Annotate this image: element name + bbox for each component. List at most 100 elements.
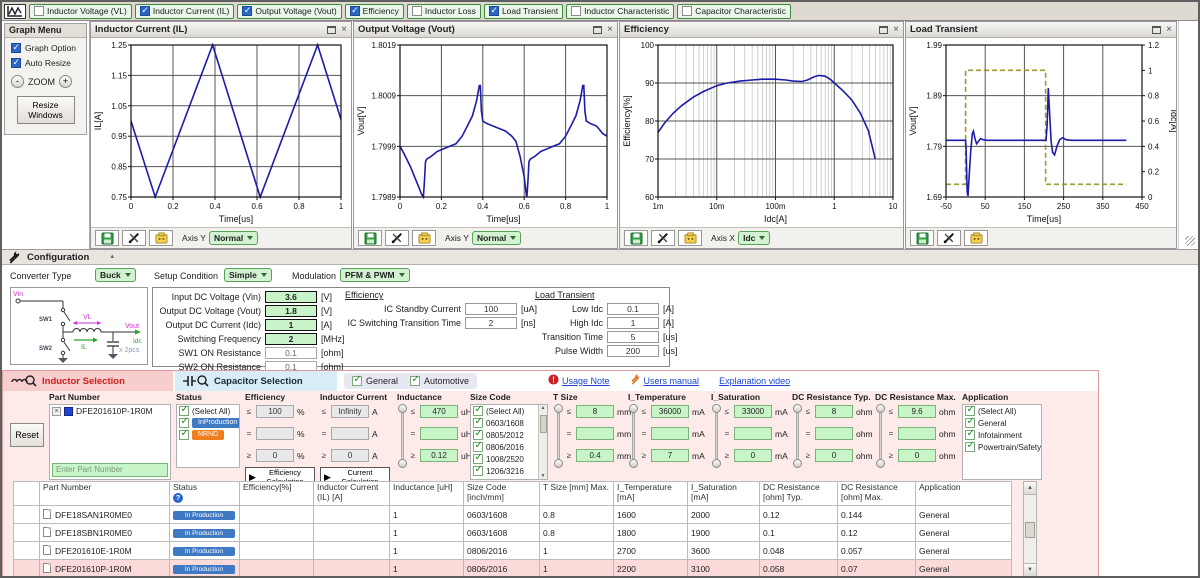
range-input-max[interactable]: 470 bbox=[420, 405, 458, 418]
save-chart-button[interactable] bbox=[358, 230, 382, 246]
range-input-min[interactable]: 0 bbox=[734, 449, 772, 462]
datasheet-icon[interactable] bbox=[43, 509, 51, 519]
slider-knob-min[interactable] bbox=[398, 459, 407, 468]
slider-knob-min[interactable] bbox=[629, 459, 638, 468]
toolbar-toggle-capacitor-characteristic[interactable]: Capacitor Characteristic bbox=[677, 4, 791, 19]
modulation-select[interactable]: PFM & PWM bbox=[340, 268, 410, 282]
filter-option-inproduction[interactable]: InProduction bbox=[177, 417, 239, 429]
slider-knob-max[interactable] bbox=[793, 404, 802, 413]
range-input-min[interactable]: 0 bbox=[898, 449, 936, 462]
checkbox-icon[interactable] bbox=[140, 6, 150, 16]
checkbox-icon[interactable] bbox=[11, 43, 21, 53]
scroll-up-icon[interactable]: ▲ bbox=[539, 405, 547, 411]
load-transient-input-high-idc[interactable]: 1 bbox=[607, 317, 659, 329]
column-header-dc-resistance-ohm-max[interactable]: DC Resistance [ohm] Max. bbox=[838, 482, 916, 506]
converter-type-select[interactable]: Buck bbox=[95, 268, 136, 282]
efficiency-input-ic-switching-transition-time[interactable]: 2 bbox=[465, 317, 517, 329]
range-input-min[interactable]: 0 bbox=[815, 449, 853, 462]
zoom-out-button[interactable]: - bbox=[11, 75, 24, 88]
close-icon[interactable]: × bbox=[607, 26, 613, 34]
checkbox-icon[interactable] bbox=[242, 6, 252, 16]
column-header-efficiency[interactable]: Efficiency[%] bbox=[240, 482, 314, 506]
checkbox-icon[interactable] bbox=[489, 6, 499, 16]
slider-knob-max[interactable] bbox=[629, 404, 638, 413]
maximize-icon[interactable] bbox=[1152, 26, 1161, 34]
range-slider[interactable] bbox=[792, 404, 803, 468]
checkbox-icon[interactable] bbox=[473, 430, 483, 440]
efficiency-input-ic-standby-current[interactable]: 100 bbox=[465, 303, 517, 315]
zoom-in-button[interactable]: + bbox=[59, 75, 72, 88]
range-input-max[interactable]: 8 bbox=[815, 405, 853, 418]
checkbox-icon[interactable] bbox=[965, 406, 975, 416]
slider-knob-max[interactable] bbox=[554, 404, 563, 413]
save-chart-button[interactable] bbox=[95, 230, 119, 246]
checkbox-icon[interactable] bbox=[571, 6, 581, 16]
close-icon[interactable]: × bbox=[1166, 26, 1172, 34]
filter-option-0806-2016[interactable]: 0806/2016 bbox=[471, 441, 547, 453]
toolbar-toggle-output-voltage-vout[interactable]: Output Voltage (Vout) bbox=[237, 4, 341, 19]
chart-tools-button[interactable] bbox=[385, 230, 409, 246]
selected-part-chip[interactable]: ×DFE201610P-1R0M bbox=[50, 405, 170, 417]
slider-knob-min[interactable] bbox=[554, 459, 563, 468]
checkbox-icon[interactable] bbox=[965, 418, 975, 428]
column-header-inductor-current-il-a[interactable]: Inductor Current (IL) [A] bbox=[314, 482, 390, 506]
load-transient-input-low-idc[interactable]: 0.1 bbox=[607, 303, 659, 315]
filter-option-nrnd[interactable]: NRND bbox=[177, 429, 239, 441]
column-header-t-size-mm-max[interactable]: T Size [mm] Max. bbox=[540, 482, 614, 506]
toolbar-toggle-inductor-loss[interactable]: Inductor Loss bbox=[407, 4, 481, 19]
range-input-max[interactable]: 100 bbox=[256, 405, 294, 418]
param-input-input-dc-voltage-vin[interactable]: 3.6 bbox=[265, 291, 317, 303]
checkbox-icon[interactable] bbox=[473, 406, 483, 416]
maximize-icon[interactable] bbox=[879, 26, 888, 34]
toolbar-toggle-efficiency[interactable]: Efficiency bbox=[345, 4, 404, 19]
filter-option-select-all[interactable]: (Select All) bbox=[963, 405, 1041, 417]
tab-inductor-selection[interactable]: Inductor Selection bbox=[3, 371, 173, 391]
graph-menu-option-auto-resize[interactable]: Auto Resize bbox=[5, 53, 86, 68]
range-input-min[interactable]: 0 bbox=[256, 449, 294, 462]
collapse-icon[interactable]: ▲ bbox=[109, 254, 115, 260]
toolbar-toggle-inductor-voltage-vl[interactable]: Inductor Voltage (VL) bbox=[29, 4, 132, 19]
configuration-header[interactable]: Configuration ▲ bbox=[2, 249, 1198, 265]
checkbox-icon[interactable] bbox=[350, 6, 360, 16]
range-input-max[interactable]: Infinity bbox=[331, 405, 369, 418]
scroll-up-icon[interactable]: ▲ bbox=[1024, 482, 1036, 495]
range-input-max[interactable]: 36000 bbox=[651, 405, 689, 418]
filter-option-select-all[interactable]: (Select All) bbox=[471, 405, 547, 417]
range-input-min[interactable]: 0.12 bbox=[420, 449, 458, 462]
category-checkbox-automotive[interactable]: Automotive bbox=[410, 376, 469, 386]
range-input-eq[interactable] bbox=[256, 427, 294, 440]
param-input-sw1-on-resistance[interactable]: 0.1 bbox=[265, 347, 317, 359]
link-explanation-video[interactable]: Explanation video bbox=[719, 376, 790, 386]
export-image-button[interactable] bbox=[678, 230, 702, 246]
column-header-size-code-inch-mm[interactable]: Size Code [inch/mm] bbox=[464, 482, 540, 506]
save-chart-button[interactable] bbox=[624, 230, 648, 246]
save-chart-button[interactable] bbox=[910, 230, 934, 246]
range-input-eq[interactable] bbox=[815, 427, 853, 440]
filter-option-1008-2520[interactable]: 1008/2520 bbox=[471, 453, 547, 465]
setup-condition-select[interactable]: Simple bbox=[224, 268, 272, 282]
range-input-min[interactable]: 0 bbox=[331, 449, 369, 462]
range-input-min[interactable]: 0.4 bbox=[576, 449, 614, 462]
link-usage-note[interactable]: !Usage Note bbox=[548, 374, 610, 387]
filter-option-select-all[interactable]: (Select All) bbox=[177, 405, 239, 417]
range-slider[interactable] bbox=[628, 404, 639, 468]
datasheet-icon[interactable] bbox=[43, 563, 51, 573]
slider-knob-min[interactable] bbox=[876, 459, 885, 468]
checkbox-icon[interactable] bbox=[473, 418, 483, 428]
close-icon[interactable]: × bbox=[341, 26, 347, 34]
graph-menu-option-graph-option[interactable]: Graph Option bbox=[5, 38, 86, 53]
chart-tools-button[interactable] bbox=[651, 230, 675, 246]
checkbox-icon[interactable] bbox=[179, 406, 189, 416]
checkbox-icon[interactable] bbox=[473, 454, 483, 464]
chart-tools-button[interactable] bbox=[937, 230, 961, 246]
list-scrollbar[interactable]: ▲▼ bbox=[538, 405, 547, 479]
close-icon[interactable]: × bbox=[893, 26, 899, 34]
category-checkbox-general[interactable]: General bbox=[352, 376, 398, 386]
range-input-eq[interactable] bbox=[734, 427, 772, 440]
filter-option-0603-1608[interactable]: 0603/1608 bbox=[471, 417, 547, 429]
param-input-output-dc-current-idc[interactable]: 1 bbox=[265, 319, 317, 331]
checkbox-icon[interactable] bbox=[965, 442, 975, 452]
axis-select[interactable]: Idc bbox=[738, 231, 770, 245]
table-row-dfe18san1r0me0[interactable]: DFE18SAN1R0ME0In Production10603/16080.8… bbox=[14, 506, 1012, 524]
checkbox-icon[interactable] bbox=[473, 466, 483, 476]
